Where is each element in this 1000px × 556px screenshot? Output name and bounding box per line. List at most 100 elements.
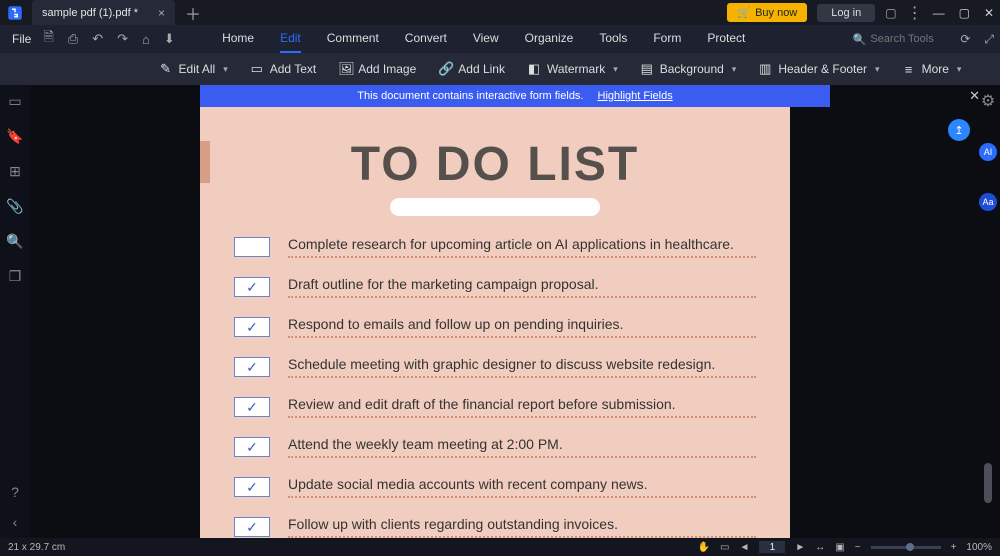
search-icon: 🔍 [853, 33, 867, 46]
panel-icon[interactable]: ▢ [885, 6, 896, 20]
ai-badge[interactable]: AI [979, 143, 997, 161]
search-tools[interactable]: 🔍 [853, 33, 951, 46]
header-footer-tool[interactable]: ▥ Header & Footer ▾ [758, 61, 879, 77]
undo-icon[interactable]: ↶ [92, 31, 103, 47]
select-tool-icon[interactable]: ▭ [720, 542, 729, 553]
cart-icon: 🛒 [737, 6, 751, 19]
todo-row: ✓Draft outline for the marketing campaig… [234, 276, 756, 298]
highlight-fields-link[interactable]: Highlight Fields [598, 90, 673, 102]
title-underline [390, 198, 600, 216]
add-text-tool[interactable]: ▭ Add Text [250, 61, 316, 77]
todo-checkbox[interactable]: ✓ [234, 517, 270, 537]
menu-organize[interactable]: Organize [525, 25, 574, 53]
banner-close-icon[interactable]: ✕ [969, 88, 980, 104]
redo-icon[interactable]: ↷ [117, 31, 128, 47]
text-icon: ▭ [250, 61, 264, 77]
todo-checkbox[interactable]: ✓ [234, 477, 270, 497]
sync-icon[interactable]: ⟳ [960, 32, 970, 47]
hand-tool-icon[interactable]: ✋ [698, 542, 710, 553]
menubar: File 🗎 ⎙ ↶ ↷ ⌂ ⬇ Home Edit Comment Convert V… [0, 25, 1000, 53]
background-tool[interactable]: ▤ Background ▾ [640, 61, 737, 77]
todo-row: Complete research for upcoming article o… [234, 236, 756, 258]
menu-home[interactable]: Home [222, 25, 254, 53]
more-tool[interactable]: ≡ More ▾ [902, 62, 962, 77]
ribbon-toolbar: ✎ Edit All ▾ ▭ Add Text 🖼 Add Image 🔗 Ad… [0, 53, 1000, 85]
zoom-out-icon[interactable]: − [855, 542, 861, 553]
todo-checkbox[interactable]: ✓ [234, 277, 270, 297]
menu-edit[interactable]: Edit [280, 25, 301, 53]
collapse-icon[interactable]: ‹ [13, 514, 18, 530]
thumbnails-icon[interactable]: ▭ [8, 93, 21, 110]
todo-checkbox[interactable] [234, 237, 270, 257]
add-link-tool[interactable]: 🔗 Add Link [438, 61, 505, 77]
todo-divider [288, 372, 756, 378]
canvas: This document contains interactive form … [30, 85, 1000, 538]
settings-icon[interactable]: ⚙ [981, 91, 995, 111]
todo-checkbox[interactable]: ✓ [234, 437, 270, 457]
scrollbar-thumb[interactable] [984, 463, 992, 503]
minimize-icon[interactable]: — [933, 6, 945, 20]
watermark-label: Watermark [547, 62, 605, 76]
menu-comment[interactable]: Comment [327, 25, 379, 53]
todo-row: ✓ Attend the weekly team meeting at 2:00 … [234, 436, 756, 458]
attachments-icon[interactable]: 📎 [6, 198, 23, 215]
share-button[interactable]: ↥ [948, 119, 970, 141]
document-tab[interactable]: sample pdf (1).pdf * × [32, 0, 175, 25]
menu-form[interactable]: Form [653, 25, 681, 53]
todo-checkbox[interactable]: ✓ [234, 397, 270, 417]
quick-access: 🗎 ⎙ ↶ ↷ ⌂ ⬇ [43, 28, 174, 50]
todo-text: Respond to emails and follow up on pendi… [288, 316, 756, 332]
close-tab-icon[interactable]: × [158, 6, 165, 20]
zoom-in-icon[interactable]: + [951, 542, 957, 553]
fit-page-icon[interactable]: ▣ [835, 542, 844, 553]
todo-text: Attend the weekly team meeting at 2:00 P… [288, 436, 756, 452]
todo-divider [288, 452, 756, 458]
save-icon[interactable]: 🗎 [43, 28, 53, 50]
comments-icon[interactable]: ⊞ [9, 163, 21, 180]
search-panel-icon[interactable]: 🔍 [6, 233, 23, 250]
menu-tools[interactable]: Tools [599, 25, 627, 53]
page-number-input[interactable] [759, 541, 785, 553]
layers-icon[interactable]: ❒ [9, 268, 22, 285]
app-logo [0, 0, 30, 25]
download-icon[interactable]: ⬇ [164, 31, 175, 47]
watermark-tool[interactable]: ◧ Watermark ▾ [527, 61, 618, 77]
login-button[interactable]: Log in [817, 4, 875, 22]
background-label: Background [660, 62, 724, 76]
add-image-tool[interactable]: 🖼 Add Image [338, 61, 416, 77]
edit-all-tool[interactable]: ✎ Edit All ▾ [159, 61, 228, 77]
prev-page-icon[interactable]: ◄ [739, 542, 749, 553]
next-page-icon[interactable]: ► [795, 542, 805, 553]
assist-badge[interactable]: Aa [979, 193, 997, 211]
link-icon: 🔗 [438, 61, 452, 77]
print-icon[interactable]: ⎙ [68, 31, 78, 47]
buy-now-button[interactable]: 🛒 Buy now [727, 3, 807, 22]
menu-protect[interactable]: Protect [707, 25, 745, 53]
kebab-menu-icon[interactable]: ⋮ [907, 3, 923, 23]
maximize-icon[interactable]: ▢ [959, 6, 970, 20]
zoom-slider[interactable] [871, 546, 941, 549]
chevron-down-icon: ▾ [875, 64, 880, 75]
background-icon: ▤ [640, 61, 654, 77]
search-input[interactable] [870, 33, 950, 45]
help-icon[interactable]: ? [11, 484, 19, 500]
header-footer-icon: ▥ [758, 61, 772, 77]
menu-view[interactable]: View [473, 25, 499, 53]
status-bar: 21 x 29.7 cm ✋ ▭ ◄ ► ↔ ▣ − + 100% [0, 538, 1000, 556]
menu-convert[interactable]: Convert [405, 25, 447, 53]
fit-width-icon[interactable]: ↔ [815, 542, 825, 553]
more-label: More [922, 62, 949, 76]
todo-divider [288, 252, 756, 258]
todo-checkbox[interactable]: ✓ [234, 357, 270, 377]
new-tab-button[interactable]: ＋ [185, 1, 201, 25]
todo-row: ✓Review and edit draft of the financial … [234, 396, 756, 418]
document-page: TO DO LIST Complete research for upcomin… [200, 95, 790, 538]
todo-checkbox[interactable]: ✓ [234, 317, 270, 337]
todo-divider [288, 492, 756, 498]
file-menu[interactable]: File [12, 32, 31, 46]
todo-text: Complete research for upcoming article o… [288, 236, 756, 252]
bookmarks-icon[interactable]: 🔖 [6, 128, 23, 145]
home-icon[interactable]: ⌂ [142, 32, 150, 47]
close-window-icon[interactable]: ✕ [984, 6, 994, 20]
expand-icon[interactable]: ⤢ [984, 32, 994, 47]
